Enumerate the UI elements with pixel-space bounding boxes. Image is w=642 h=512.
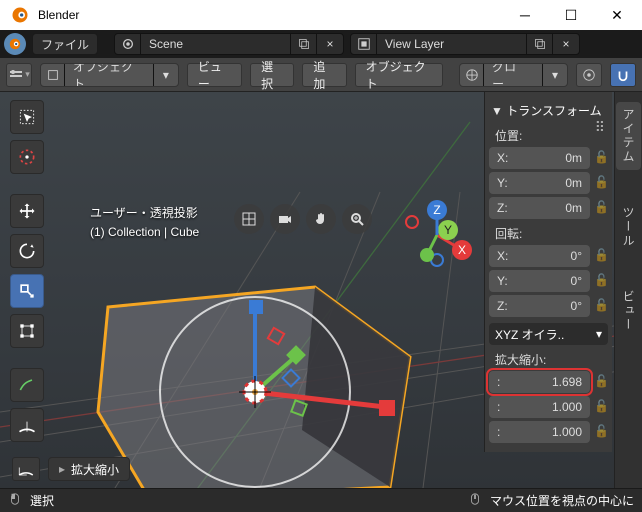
close-button[interactable]: ✕ xyxy=(594,0,640,30)
status-bar: 選択 マウス位置を視点の中心に xyxy=(0,488,642,512)
lock-icon: 🔓 xyxy=(594,273,608,287)
measure-corner-icon[interactable] xyxy=(12,457,40,481)
camera-icon[interactable] xyxy=(270,204,300,234)
svg-text:Y: Y xyxy=(444,223,452,237)
hand-icon[interactable] xyxy=(306,204,336,234)
tab-tool[interactable]: ツール xyxy=(616,200,641,254)
rotation-mode-dropdown[interactable]: XYZ オイラ..▾ xyxy=(489,323,608,345)
lock-icon: 🔓 xyxy=(594,399,608,413)
workspace: ユーザー・透視投影 (1) Collection | Cube X Y Z xyxy=(0,92,642,510)
object-mode-icon xyxy=(41,64,65,86)
lock-icon: 🔓 xyxy=(594,175,608,189)
lock-icon: 🔓 xyxy=(594,248,608,262)
new-viewlayer-icon[interactable] xyxy=(527,34,553,54)
lock-icon: 🔓 xyxy=(594,200,608,214)
scale-label: 拡大縮小: xyxy=(489,351,608,368)
orientation-icon xyxy=(460,64,484,86)
redo-panel[interactable]: ▸ 拡大縮小 xyxy=(6,454,476,484)
maximize-button[interactable]: ☐ xyxy=(548,0,594,30)
transform-orientation[interactable]: グロー... ▾ xyxy=(459,63,568,87)
blender-logo-icon xyxy=(10,5,30,25)
annotate-tool[interactable] xyxy=(10,368,44,402)
viewlayer-icon xyxy=(351,34,377,54)
scene-selector[interactable]: Scene × xyxy=(114,33,344,55)
new-scene-icon[interactable] xyxy=(291,34,317,54)
redo-panel-label: 拡大縮小 xyxy=(71,461,119,478)
lock-icon: 🔓 xyxy=(594,298,608,312)
chevron-right-icon: ▸ xyxy=(59,462,65,476)
location-label: 位置: xyxy=(489,127,608,144)
cursor-tool[interactable] xyxy=(10,140,44,174)
delete-viewlayer-icon[interactable]: × xyxy=(553,34,579,54)
tab-view[interactable]: ビュー xyxy=(616,284,641,338)
scale-y-field[interactable]: :1.000🔓 xyxy=(489,396,590,418)
tab-item[interactable]: アイテム xyxy=(616,102,641,170)
scene-icon xyxy=(115,34,141,54)
rot-x-field[interactable]: X:0°🔓 xyxy=(489,245,590,267)
transform-panel-header[interactable]: ▼ トランスフォーム ⠿ xyxy=(489,98,608,123)
app-icon[interactable] xyxy=(4,33,26,55)
viewlayer-name[interactable]: View Layer xyxy=(377,34,527,54)
file-menu[interactable]: ファイル xyxy=(32,33,98,55)
scale-tool[interactable] xyxy=(10,274,44,308)
svg-text:Z: Z xyxy=(433,203,440,217)
scene-name[interactable]: Scene xyxy=(141,34,291,54)
viewport-overlay-text: ユーザー・透視投影 (1) Collection | Cube xyxy=(90,204,199,239)
object-menu[interactable]: オブジェクト xyxy=(355,63,444,87)
editor-type-button[interactable]: ▾ xyxy=(6,63,32,87)
mouse-middle-icon xyxy=(468,492,482,509)
rot-y-field[interactable]: Y:0°🔓 xyxy=(489,270,590,292)
loc-z-field[interactable]: Z:0m🔓 xyxy=(489,197,590,219)
snap-button[interactable] xyxy=(610,63,636,87)
chevron-down-icon: ▾ xyxy=(543,64,567,86)
add-menu[interactable]: 追加 xyxy=(302,63,346,87)
n-panel-tabs: アイテム ツール ビュー xyxy=(614,92,642,510)
chevron-down-icon: ▾ xyxy=(154,64,178,86)
delete-scene-icon[interactable]: × xyxy=(317,34,343,54)
mode-label: オブジェクト.. xyxy=(65,64,154,86)
loc-x-field[interactable]: X:0m🔓 xyxy=(489,147,590,169)
window-title: Blender xyxy=(38,8,502,22)
z-handle xyxy=(249,300,263,314)
minimize-button[interactable]: ─ xyxy=(502,0,548,30)
collection-label: (1) Collection | Cube xyxy=(90,225,199,239)
projection-label: ユーザー・透視投影 xyxy=(90,204,199,221)
pivot-button[interactable] xyxy=(576,63,602,87)
status-left: 選択 xyxy=(30,492,54,509)
status-right: マウス位置を視点の中心に xyxy=(490,492,634,509)
lock-icon: 🔓 xyxy=(594,374,608,388)
n-panel: ▼ トランスフォーム ⠿ 位置: X:0m🔓 Y:0m🔓 Z:0m🔓 回転: X… xyxy=(484,92,612,452)
lock-icon: 🔓 xyxy=(594,424,608,438)
lock-icon: 🔓 xyxy=(594,150,608,164)
axis-gizmo[interactable]: X Y Z xyxy=(402,200,472,270)
select-tool[interactable] xyxy=(10,100,44,134)
view-menu[interactable]: ビュー xyxy=(187,63,242,87)
measure-tool[interactable] xyxy=(10,408,44,442)
viewport-header: ▾ オブジェクト.. ▾ ビュー 選択 追加 オブジェクト グロー... ▾ xyxy=(0,58,642,92)
rotate-tool[interactable] xyxy=(10,234,44,268)
viewlayer-selector[interactable]: View Layer × xyxy=(350,33,580,55)
mode-selector[interactable]: オブジェクト.. ▾ xyxy=(40,63,179,87)
zoom-icon[interactable] xyxy=(342,204,372,234)
x-handle xyxy=(379,400,395,416)
mouse-left-icon xyxy=(8,492,22,509)
orientation-label: グロー... xyxy=(484,64,543,86)
transform-tool[interactable] xyxy=(10,314,44,348)
window-titlebar: Blender ─ ☐ ✕ xyxy=(0,0,642,30)
toolbar xyxy=(4,96,48,446)
move-tool[interactable] xyxy=(10,194,44,228)
rotation-label: 回転: xyxy=(489,225,608,242)
rot-z-field[interactable]: Z:0°🔓 xyxy=(489,295,590,317)
grid-icon[interactable] xyxy=(234,204,264,234)
scale-z-field[interactable]: :1.000🔓 xyxy=(489,421,590,443)
loc-y-field[interactable]: Y:0m🔓 xyxy=(489,172,590,194)
select-menu[interactable]: 選択 xyxy=(250,63,294,87)
viewport-nav-icons xyxy=(234,204,372,234)
top-menu-bar: ファイル Scene × View Layer × xyxy=(0,30,642,58)
svg-text:X: X xyxy=(458,243,466,257)
scale-x-field[interactable]: :1.698🔓 xyxy=(489,371,590,393)
